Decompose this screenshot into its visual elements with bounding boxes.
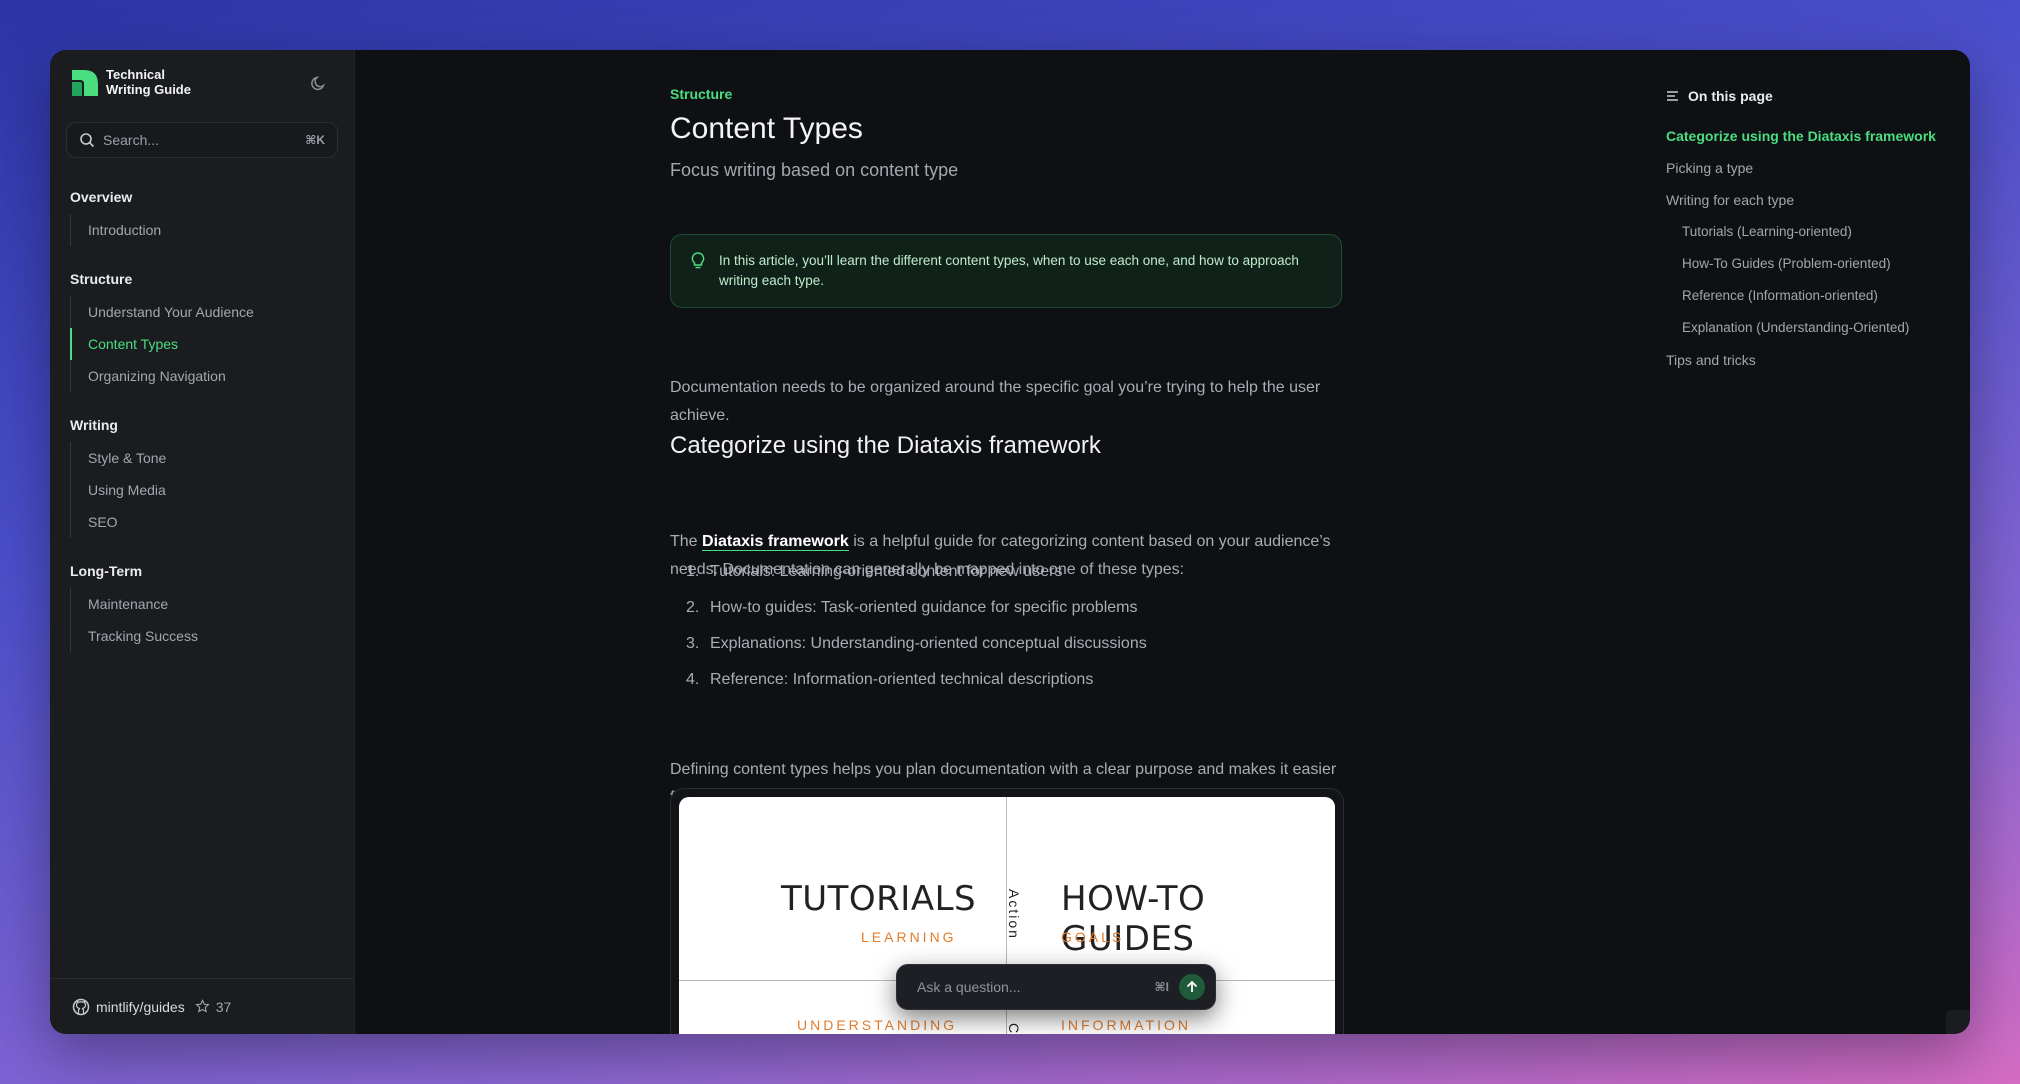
- list-item: 2. How-to guides: Task-oriented guidance …: [686, 590, 1326, 626]
- list-number: 3.: [686, 635, 700, 652]
- list-item: 3. Explanations: Understanding-oriented c…: [686, 626, 1326, 662]
- brand-line-1: Technical: [106, 67, 166, 82]
- list-item: 1. Tutorials: Learning-oriented content f…: [686, 554, 1326, 590]
- nav-group-title: Long-Term: [70, 563, 143, 579]
- main-content: Structure Content Types Focus writing ba…: [670, 50, 1344, 1034]
- toc-heading-label: On this page: [1688, 88, 1773, 104]
- list-text: How-to guides: Task-oriented guidance fo…: [710, 599, 1138, 616]
- axis-label-action: Action: [1006, 889, 1022, 940]
- nav-group-items: Maintenance Tracking Success: [70, 588, 340, 652]
- search-icon: [80, 133, 95, 148]
- quadrant-sub-understanding: UNDERSTANDING: [797, 1017, 958, 1033]
- axis-label-cognition: Co: [1006, 1023, 1022, 1034]
- star-icon: [194, 999, 210, 1013]
- toc-heading: On this page: [1666, 84, 1966, 108]
- search-input[interactable]: Search... ⌘K: [66, 122, 338, 158]
- logo-icon: [72, 70, 98, 96]
- sidebar-item-tracking-success[interactable]: Tracking Success: [70, 620, 340, 652]
- toc-item-writing-for-each-type[interactable]: Writing for each type: [1666, 184, 1966, 216]
- toc-item-categorize[interactable]: Categorize using the Diataxis framework: [1666, 120, 1966, 152]
- sidebar-item-maintenance[interactable]: Maintenance: [70, 588, 340, 620]
- list-text: Tutorials: Learning-oriented content for…: [710, 563, 1063, 580]
- quadrant-sub-learning: LEARNING: [861, 929, 957, 945]
- intro-paragraph: Documentation needs to be organized arou…: [670, 379, 1321, 424]
- tip-callout: In this article, you’ll learn the differ…: [670, 234, 1342, 308]
- nav-group-items: Understand Your Audience Content Types O…: [70, 296, 340, 392]
- corner-handle[interactable]: [1946, 1010, 1970, 1034]
- toc-item-tutorials[interactable]: Tutorials (Learning-oriented): [1666, 216, 1966, 248]
- quadrant-sub-information: INFORMATION: [1061, 1017, 1191, 1033]
- toc-item-reference[interactable]: Reference (Information-oriented): [1666, 280, 1966, 312]
- sidebar-nav: Overview Introduction Structure Understa…: [70, 186, 340, 674]
- toc-item-how-to-guides[interactable]: How-To Guides (Problem-oriented): [1666, 248, 1966, 280]
- content-types-list: 1. Tutorials: Learning-oriented content f…: [686, 554, 1326, 698]
- search-shortcut: ⌘K: [305, 133, 325, 147]
- sidebar: Technical Writing Guide Search... ⌘K Ove…: [50, 50, 355, 1034]
- sidebar-item-understand-your-audience[interactable]: Understand Your Audience: [70, 296, 340, 328]
- page-title: Content Types: [670, 112, 863, 145]
- quadrant-title-how-to-guides: HOW-TO GUIDES: [1061, 879, 1206, 959]
- moon-icon[interactable]: [310, 74, 328, 92]
- nav-group-long-term: Long-Term Maintenance Tracking Success: [70, 560, 340, 652]
- star-count: 37: [215, 998, 232, 1015]
- diataxis-link[interactable]: Diataxis framework: [702, 533, 849, 551]
- sidebar-item-introduction[interactable]: Introduction: [70, 214, 340, 246]
- ask-shortcut: ⌘I: [1154, 980, 1169, 994]
- ask-placeholder: Ask a question...: [917, 979, 1021, 995]
- quadrant-sub-goals: GOALS: [1061, 929, 1125, 945]
- brand-line-2: Writing Guide: [106, 82, 191, 97]
- sidebar-item-style-tone[interactable]: Style & Tone: [70, 442, 340, 474]
- para-prefix: The: [670, 533, 703, 550]
- section-eyebrow: Structure: [670, 86, 733, 102]
- brand-name: Technical Writing Guide: [106, 67, 226, 97]
- repo-name: mintlify/guides: [96, 998, 185, 1015]
- lightbulb-icon: [691, 252, 705, 269]
- list-item: 4. Reference: Information-oriented techni…: [686, 662, 1326, 698]
- list-text: Reference: Information-oriented technica…: [710, 671, 1094, 688]
- nav-group-structure: Structure Understand Your Audience Conte…: [70, 268, 340, 392]
- list-icon: [1667, 91, 1678, 101]
- section-heading[interactable]: Categorize using the Diataxis framework: [670, 432, 1101, 460]
- table-of-contents: On this page Categorize using the Diatax…: [1666, 84, 1966, 376]
- list-number: 4.: [686, 671, 700, 688]
- callout-text: In this article, you’ll learn the differ…: [719, 253, 1299, 288]
- github-icon: [72, 998, 90, 1015]
- nav-group-overview: Overview Introduction: [70, 186, 340, 246]
- brand-logo-link[interactable]: Technical Writing Guide: [70, 66, 226, 98]
- toc-item-tips-and-tricks[interactable]: Tips and tricks: [1666, 344, 1966, 376]
- list-number: 2.: [686, 599, 700, 616]
- send-button[interactable]: [1179, 974, 1205, 1000]
- toc-item-picking-a-type[interactable]: Picking a type: [1666, 152, 1966, 184]
- sidebar-item-content-types[interactable]: Content Types: [70, 328, 340, 360]
- sidebar-item-seo[interactable]: SEO: [70, 506, 340, 538]
- nav-group-items: Introduction: [70, 214, 340, 246]
- nav-group-title: Overview: [70, 189, 133, 205]
- page-subtitle: Focus writing based on content type: [670, 160, 959, 180]
- ask-question-input[interactable]: Ask a question... ⌘I: [896, 964, 1216, 1010]
- list-number: 1.: [686, 563, 700, 580]
- app-window: Technical Writing Guide Search... ⌘K Ove…: [50, 50, 1970, 1034]
- toc-item-explanation[interactable]: Explanation (Understanding-Oriented): [1666, 312, 1966, 344]
- search-placeholder: Search...: [103, 132, 160, 148]
- sidebar-item-organizing-navigation[interactable]: Organizing Navigation: [70, 360, 340, 392]
- nav-group-items: Style & Tone Using Media SEO: [70, 442, 340, 538]
- sidebar-item-using-media[interactable]: Using Media: [70, 474, 340, 506]
- arrow-up-icon: [1186, 980, 1198, 992]
- nav-group-title: Writing: [70, 417, 118, 433]
- quadrant-title-tutorials: TUTORIALS: [781, 879, 977, 919]
- list-text: Explanations: Understanding-oriented con…: [710, 635, 1147, 652]
- github-link[interactable]: mintlify/guides 37: [50, 978, 354, 1034]
- nav-group-title: Structure: [70, 271, 133, 287]
- nav-group-writing: Writing Style & Tone Using Media SEO: [70, 414, 340, 538]
